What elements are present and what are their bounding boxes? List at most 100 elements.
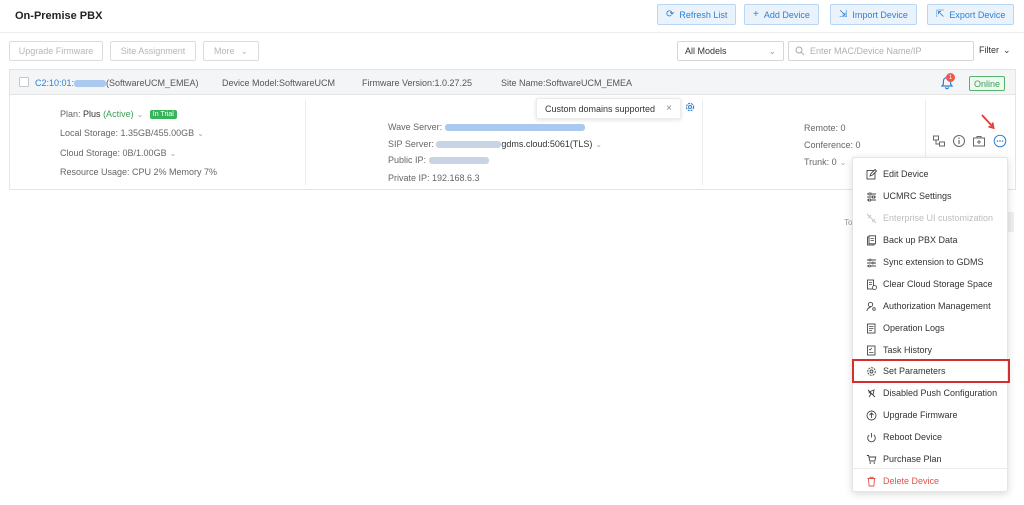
chevron-down-icon[interactable]: ⌄	[197, 129, 204, 138]
cart-icon	[866, 454, 877, 464]
sync-icon	[867, 258, 876, 267]
device-checkbox[interactable]	[19, 77, 29, 87]
trunk-row: Trunk: 0 ⌄	[804, 157, 846, 167]
menu-item-delete-device[interactable]: Delete Device	[853, 470, 1009, 492]
edit-icon	[866, 168, 877, 179]
redacted-public-ip	[428, 157, 489, 165]
private-ip: Private IP: 192.168.6.3	[388, 173, 480, 183]
mac-prefix: C2:10:01:	[35, 78, 75, 88]
menu-divider	[853, 468, 1009, 469]
menu-item-label: Authorization Management	[883, 301, 991, 311]
menu-item-sync-extension[interactable]: Sync extension to GDMS	[853, 251, 1009, 273]
plan-value: Plus	[83, 109, 101, 119]
custom-domain-tooltip: Custom domains supported ×	[536, 98, 681, 119]
menu-item-label: Purchase Plan	[883, 454, 942, 464]
menu-item-label: Back up PBX Data	[883, 235, 958, 245]
plus-icon: +	[753, 8, 759, 20]
menu-item-purchase-plan[interactable]: Purchase Plan	[853, 448, 1009, 470]
chevron-down-icon[interactable]: ⌄	[840, 158, 847, 167]
resource-usage: Resource Usage: CPU 2% Memory 7%	[60, 167, 218, 177]
more-button[interactable]: More ⌄	[203, 41, 259, 61]
device-network-icon[interactable]	[932, 134, 946, 148]
menu-item-label: Set Parameters	[883, 366, 946, 376]
refresh-label: Refresh List	[679, 9, 728, 20]
search-input[interactable]: Enter MAC/Device Name/IP	[788, 41, 974, 61]
wave-server-label: Wave Server:	[388, 122, 443, 132]
menu-item-label: Sync extension to GDMS	[883, 257, 984, 267]
redacted-mac	[74, 80, 107, 88]
search-placeholder: Enter MAC/Device Name/IP	[810, 46, 922, 56]
cloud-storage: Cloud Storage: 0B/1.00GB	[60, 148, 167, 158]
remote-access-icon[interactable]	[972, 134, 986, 148]
menu-item-set-parameters[interactable]: Set Parameters	[852, 359, 1010, 383]
menu-item-clear-cloud-storage[interactable]: Clear Cloud Storage Space	[853, 273, 1009, 295]
red-arrow-annotation	[981, 114, 995, 130]
menu-item-label: Clear Cloud Storage Space	[883, 279, 993, 289]
logs-icon	[867, 323, 876, 333]
device-mac-link[interactable]: C2:10:01: (SoftwareUCM_EMEA)	[35, 78, 199, 88]
device-model: Device Model:SoftwareUCM	[222, 78, 336, 88]
close-icon[interactable]: ×	[666, 103, 672, 114]
chevron-down-icon[interactable]: ⌄	[595, 140, 602, 149]
column-divider	[305, 100, 306, 185]
filter-label: Filter	[979, 45, 999, 55]
backup-icon	[867, 234, 876, 245]
menu-item-label: Task History	[883, 345, 933, 355]
menu-item-label: Enterprise UI customization	[883, 213, 994, 223]
header-divider	[0, 32, 1024, 33]
model-select[interactable]: All Models ⌄	[677, 41, 784, 61]
site-assignment-button[interactable]: Site Assignment	[110, 41, 196, 61]
export-icon: ⇱	[936, 8, 945, 20]
clear-storage-icon	[867, 279, 877, 290]
plan-row: Plan: Plus (Active) ⌄ In Trial	[60, 109, 177, 119]
import-device-button[interactable]: ⇲ Import Device	[830, 4, 917, 25]
menu-item-ucmrc-settings[interactable]: UCMRC Settings	[853, 185, 1009, 207]
site-name: Site Name:SoftwareUCM_EMEA	[501, 78, 633, 88]
sliders-icon	[867, 192, 876, 201]
add-device-button[interactable]: + Add Device	[744, 4, 819, 25]
filter-button[interactable]: Filter ⌄	[979, 45, 1011, 56]
mac-suffix: (SoftwareUCM_EMEA)	[106, 78, 199, 88]
chevron-down-icon[interactable]: ⌄	[137, 110, 144, 119]
refresh-list-button[interactable]: ⟳ Refresh List	[657, 4, 737, 25]
more-options-menu: Edit Device UCMRC Settings Enterprise UI…	[852, 157, 1010, 492]
remote-count: Remote: 0	[804, 123, 846, 133]
refresh-icon: ⟳	[666, 8, 675, 20]
menu-item-label: Disabled Push Configuration	[883, 388, 998, 398]
menu-item-upgrade-firmware[interactable]: Upgrade Firmware	[853, 404, 1009, 426]
gear-icon[interactable]	[684, 101, 696, 113]
trial-badge: In Trial	[149, 110, 177, 119]
upgrade-firmware-button[interactable]: Upgrade Firmware	[9, 41, 103, 61]
menu-item-label: UCMRC Settings	[883, 191, 952, 201]
search-icon	[795, 46, 805, 56]
menu-item-label: Operation Logs	[883, 323, 945, 333]
status-badge: Online	[969, 76, 1005, 91]
menu-item-reboot-device[interactable]: Reboot Device	[853, 426, 1009, 448]
power-icon	[867, 432, 876, 442]
import-icon: ⇲	[839, 8, 848, 20]
chevron-down-icon: ⌄	[240, 45, 249, 56]
tooltip-text: Custom domains supported	[545, 103, 656, 114]
more-label: More	[213, 46, 235, 56]
menu-item-enterprise-ui: Enterprise UI customization	[853, 207, 1009, 229]
user-key-icon	[866, 301, 876, 311]
menu-item-authorization[interactable]: Authorization Management	[853, 295, 1009, 317]
more-options-icon[interactable]	[993, 134, 1007, 148]
menu-item-task-history[interactable]: Task History	[853, 339, 1009, 361]
export-device-button[interactable]: ⇱ Export Device	[927, 4, 1015, 25]
public-ip-label: Public IP:	[388, 155, 427, 165]
menu-item-backup[interactable]: Back up PBX Data	[853, 229, 1009, 251]
menu-item-label: Edit Device	[883, 169, 929, 179]
local-storage-row: Local Storage: 1.35GB/455.00GB ⌄	[60, 128, 204, 138]
add-label: Add Device	[763, 9, 810, 20]
chevron-down-icon[interactable]: ⌄	[170, 149, 177, 158]
menu-item-label: Delete Device	[883, 476, 940, 486]
wave-server-row: Wave Server:	[388, 122, 585, 132]
import-label: Import Device	[852, 9, 908, 20]
trash-icon	[867, 476, 876, 486]
menu-item-operation-logs[interactable]: Operation Logs	[853, 317, 1009, 339]
menu-item-disabled-push[interactable]: Disabled Push Configuration	[853, 382, 1009, 404]
info-icon[interactable]	[952, 134, 966, 148]
firmware-version: Firmware Version:1.0.27.25	[362, 78, 473, 88]
menu-item-edit-device[interactable]: Edit Device	[853, 163, 1009, 185]
